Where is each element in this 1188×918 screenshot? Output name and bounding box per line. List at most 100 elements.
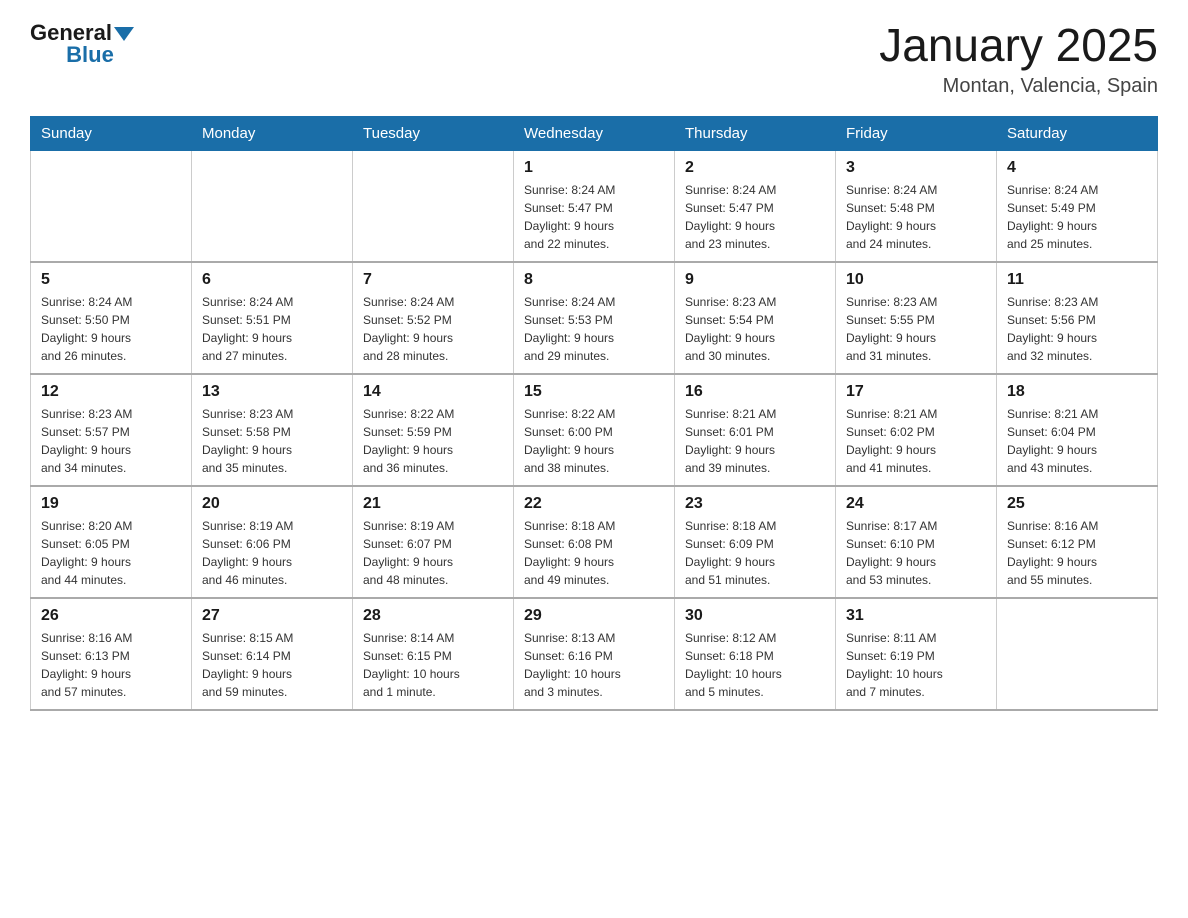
day-info: Sunrise: 8:21 AMSunset: 6:01 PMDaylight:… (685, 405, 825, 477)
day-info: Sunrise: 8:24 AMSunset: 5:50 PMDaylight:… (41, 293, 181, 365)
day-info: Sunrise: 8:21 AMSunset: 6:04 PMDaylight:… (1007, 405, 1147, 477)
day-number: 18 (1007, 383, 1147, 401)
calendar-cell: 24Sunrise: 8:17 AMSunset: 6:10 PMDayligh… (836, 486, 997, 598)
day-number: 21 (363, 495, 503, 513)
header-day-monday: Monday (192, 116, 353, 150)
calendar-cell: 30Sunrise: 8:12 AMSunset: 6:18 PMDayligh… (675, 598, 836, 710)
calendar-cell: 18 Sunrise: 8:21 AMSunset: 6:04 PMDayligh… (997, 374, 1158, 486)
day-info: Sunrise: 8:24 AMSunset: 5:52 PMDaylight:… (363, 293, 503, 365)
day-number: 19 (41, 495, 181, 513)
calendar-cell: 23 Sunrise: 8:18 AMSunset: 6:09 PMDayligh… (675, 486, 836, 598)
day-number: 12 (41, 383, 181, 401)
logo: General Blue (30, 20, 134, 68)
calendar-cell: 20 Sunrise: 8:19 AMSunset: 6:06 PMDayligh… (192, 486, 353, 598)
week-row-2: 5 Sunrise: 8:24 AMSunset: 5:50 PMDaylight… (31, 262, 1158, 374)
day-number: 5 (41, 271, 181, 289)
day-info: Sunrise: 8:16 AMSunset: 6:12 PMDaylight:… (1007, 517, 1147, 589)
day-number: 1 (524, 159, 664, 177)
logo-blue-text: Blue (66, 42, 114, 68)
calendar-cell: 15 Sunrise: 8:22 AMSunset: 6:00 PMDayligh… (514, 374, 675, 486)
calendar-cell: 3 Sunrise: 8:24 AMSunset: 5:48 PMDaylight… (836, 150, 997, 262)
calendar-cell: 5 Sunrise: 8:24 AMSunset: 5:50 PMDaylight… (31, 262, 192, 374)
header-day-saturday: Saturday (997, 116, 1158, 150)
day-info: Sunrise: 8:22 AMSunset: 5:59 PMDaylight:… (363, 405, 503, 477)
calendar-cell: 22 Sunrise: 8:18 AMSunset: 6:08 PMDayligh… (514, 486, 675, 598)
day-number: 3 (846, 159, 986, 177)
day-number: 22 (524, 495, 664, 513)
calendar-cell: 29 Sunrise: 8:13 AMSunset: 6:16 PMDayligh… (514, 598, 675, 710)
calendar-cell: 26Sunrise: 8:16 AMSunset: 6:13 PMDayligh… (31, 598, 192, 710)
day-number: 15 (524, 383, 664, 401)
day-info: Sunrise: 8:23 AMSunset: 5:58 PMDaylight:… (202, 405, 342, 477)
day-number: 6 (202, 271, 342, 289)
day-info: Sunrise: 8:18 AMSunset: 6:08 PMDaylight:… (524, 517, 664, 589)
header-day-tuesday: Tuesday (353, 116, 514, 150)
calendar-cell: 7 Sunrise: 8:24 AMSunset: 5:52 PMDaylight… (353, 262, 514, 374)
day-number: 23 (685, 495, 825, 513)
day-info: Sunrise: 8:24 AMSunset: 5:53 PMDaylight:… (524, 293, 664, 365)
day-number: 8 (524, 271, 664, 289)
day-number: 31 (846, 607, 986, 625)
day-info: Sunrise: 8:23 AMSunset: 5:57 PMDaylight:… (41, 405, 181, 477)
calendar-cell: 13 Sunrise: 8:23 AMSunset: 5:58 PMDayligh… (192, 374, 353, 486)
calendar-cell: 25 Sunrise: 8:16 AMSunset: 6:12 PMDayligh… (997, 486, 1158, 598)
day-info: Sunrise: 8:24 AMSunset: 5:51 PMDaylight:… (202, 293, 342, 365)
day-info: Sunrise: 8:13 AMSunset: 6:16 PMDaylight:… (524, 629, 664, 701)
calendar-cell: 14Sunrise: 8:22 AMSunset: 5:59 PMDayligh… (353, 374, 514, 486)
day-number: 13 (202, 383, 342, 401)
day-number: 7 (363, 271, 503, 289)
calendar-cell: 10Sunrise: 8:23 AMSunset: 5:55 PMDayligh… (836, 262, 997, 374)
calendar-cell: 11 Sunrise: 8:23 AMSunset: 5:56 PMDayligh… (997, 262, 1158, 374)
calendar-cell (31, 150, 192, 262)
header-day-wednesday: Wednesday (514, 116, 675, 150)
calendar-subtitle: Montan, Valencia, Spain (879, 75, 1158, 98)
week-row-3: 12 Sunrise: 8:23 AMSunset: 5:57 PMDayligh… (31, 374, 1158, 486)
calendar-cell: 16 Sunrise: 8:21 AMSunset: 6:01 PMDayligh… (675, 374, 836, 486)
day-info: Sunrise: 8:16 AMSunset: 6:13 PMDaylight:… (41, 629, 181, 701)
day-number: 16 (685, 383, 825, 401)
calendar-cell: 8 Sunrise: 8:24 AMSunset: 5:53 PMDaylight… (514, 262, 675, 374)
calendar-cell: 6 Sunrise: 8:24 AMSunset: 5:51 PMDaylight… (192, 262, 353, 374)
calendar-title: January 2025 (879, 20, 1158, 71)
day-info: Sunrise: 8:20 AMSunset: 6:05 PMDaylight:… (41, 517, 181, 589)
calendar-table: SundayMondayTuesdayWednesdayThursdayFrid… (30, 116, 1158, 711)
calendar-cell: 12 Sunrise: 8:23 AMSunset: 5:57 PMDayligh… (31, 374, 192, 486)
header-day-thursday: Thursday (675, 116, 836, 150)
day-info: Sunrise: 8:23 AMSunset: 5:56 PMDaylight:… (1007, 293, 1147, 365)
header-day-friday: Friday (836, 116, 997, 150)
header-row: SundayMondayTuesdayWednesdayThursdayFrid… (31, 116, 1158, 150)
calendar-cell (353, 150, 514, 262)
calendar-cell: 27Sunrise: 8:15 AMSunset: 6:14 PMDayligh… (192, 598, 353, 710)
week-row-4: 19 Sunrise: 8:20 AMSunset: 6:05 PMDayligh… (31, 486, 1158, 598)
calendar-cell: 31 Sunrise: 8:11 AMSunset: 6:19 PMDayligh… (836, 598, 997, 710)
day-number: 27 (202, 607, 342, 625)
day-number: 29 (524, 607, 664, 625)
day-number: 20 (202, 495, 342, 513)
day-info: Sunrise: 8:23 AMSunset: 5:54 PMDaylight:… (685, 293, 825, 365)
day-info: Sunrise: 8:24 AMSunset: 5:48 PMDaylight:… (846, 181, 986, 253)
calendar-cell: 17 Sunrise: 8:21 AMSunset: 6:02 PMDayligh… (836, 374, 997, 486)
week-row-1: 1Sunrise: 8:24 AMSunset: 5:47 PMDaylight… (31, 150, 1158, 262)
day-info: Sunrise: 8:19 AMSunset: 6:07 PMDaylight:… (363, 517, 503, 589)
day-number: 2 (685, 159, 825, 177)
day-info: Sunrise: 8:11 AMSunset: 6:19 PMDaylight:… (846, 629, 986, 701)
calendar-cell: 21 Sunrise: 8:19 AMSunset: 6:07 PMDayligh… (353, 486, 514, 598)
day-info: Sunrise: 8:19 AMSunset: 6:06 PMDaylight:… (202, 517, 342, 589)
calendar-cell (192, 150, 353, 262)
day-number: 24 (846, 495, 986, 513)
day-number: 4 (1007, 159, 1147, 177)
week-row-5: 26Sunrise: 8:16 AMSunset: 6:13 PMDayligh… (31, 598, 1158, 710)
day-info: Sunrise: 8:14 AMSunset: 6:15 PMDaylight:… (363, 629, 503, 701)
day-info: Sunrise: 8:22 AMSunset: 6:00 PMDaylight:… (524, 405, 664, 477)
day-info: Sunrise: 8:23 AMSunset: 5:55 PMDaylight:… (846, 293, 986, 365)
day-number: 25 (1007, 495, 1147, 513)
calendar-cell: 19 Sunrise: 8:20 AMSunset: 6:05 PMDayligh… (31, 486, 192, 598)
day-number: 11 (1007, 271, 1147, 289)
calendar-cell: 1Sunrise: 8:24 AMSunset: 5:47 PMDaylight… (514, 150, 675, 262)
title-block: January 2025 Montan, Valencia, Spain (879, 20, 1158, 98)
day-info: Sunrise: 8:21 AMSunset: 6:02 PMDaylight:… (846, 405, 986, 477)
day-info: Sunrise: 8:18 AMSunset: 6:09 PMDaylight:… (685, 517, 825, 589)
day-number: 17 (846, 383, 986, 401)
day-number: 30 (685, 607, 825, 625)
calendar-cell: 9Sunrise: 8:23 AMSunset: 5:54 PMDaylight… (675, 262, 836, 374)
